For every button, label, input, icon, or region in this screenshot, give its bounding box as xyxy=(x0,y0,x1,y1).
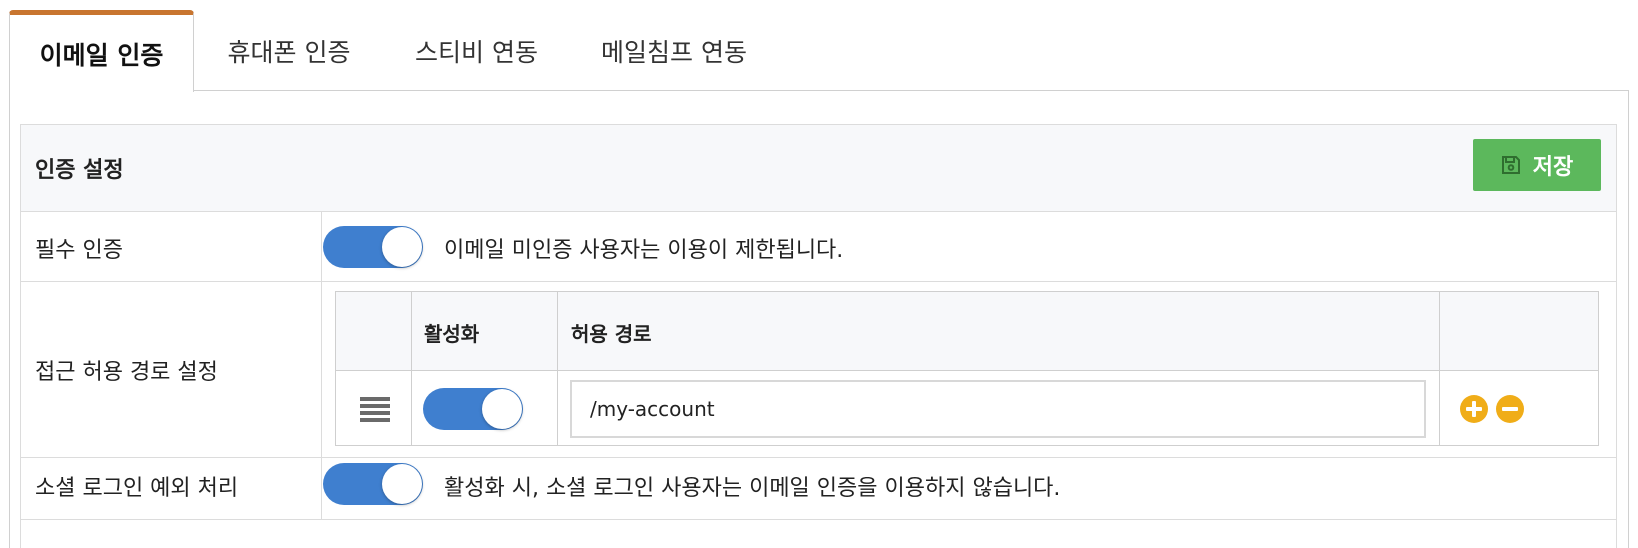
allowed-path-input[interactable] xyxy=(570,380,1426,438)
required-verification-toggle[interactable] xyxy=(323,226,423,268)
card-header: 인증 설정 저장 xyxy=(21,125,1616,212)
column-divider xyxy=(321,282,322,457)
allowed-paths-row: 접근 허용 경로 설정 활성화 허용 경로 xyxy=(21,282,1616,458)
allowed-paths-table: 활성화 허용 경로 xyxy=(335,291,1599,446)
social-login-exception-row: 소셜 로그인 예외 처리 활성화 시, 소셜 로그인 사용자는 이메일 인증을 … xyxy=(21,448,1616,520)
tab-mailchimp-integration[interactable]: 메일침프 연동 xyxy=(579,10,769,91)
tab-email-verification[interactable]: 이메일 인증 xyxy=(9,10,194,92)
column-header-enabled: 활성화 xyxy=(424,322,480,346)
tab-stibee-integration[interactable]: 스티비 연동 xyxy=(389,10,564,91)
column-header-path: 허용 경로 xyxy=(571,322,652,346)
social-login-exception-label: 소셜 로그인 예외 처리 xyxy=(35,476,239,501)
allowed-paths-label: 접근 허용 경로 설정 xyxy=(35,360,218,385)
floppy-disk-icon xyxy=(1501,156,1520,174)
required-verification-description: 이메일 미인증 사용자는 이용이 제한됩니다. xyxy=(444,238,844,263)
table-header: 활성화 허용 경로 xyxy=(336,292,1598,371)
social-login-exception-toggle[interactable] xyxy=(323,463,423,505)
auth-settings-card: 인증 설정 저장 필수 인증 이메일 미인증 사용자는 이용이 제한됩니다. 접… xyxy=(20,124,1617,548)
tab-phone-verification[interactable]: 휴대폰 인증 xyxy=(199,10,379,91)
card-title: 인증 설정 xyxy=(35,158,124,183)
remove-path-icon[interactable] xyxy=(1496,395,1524,423)
save-button-label: 저장 xyxy=(1532,155,1574,180)
add-path-icon[interactable] xyxy=(1460,395,1488,423)
required-verification-label: 필수 인증 xyxy=(35,238,123,263)
toggle-knob xyxy=(382,227,422,267)
table-divider xyxy=(557,292,558,445)
column-divider xyxy=(321,212,322,281)
social-login-exception-description: 활성화 시, 소셜 로그인 사용자는 이메일 인증을 이용하지 않습니다. xyxy=(444,476,1061,501)
path-enabled-toggle[interactable] xyxy=(423,388,523,430)
tab-bar: 이메일 인증 휴대폰 인증 스티비 연동 메일침프 연동 xyxy=(9,10,1629,92)
drag-handle-icon[interactable] xyxy=(360,397,390,422)
toggle-knob xyxy=(482,389,522,429)
toggle-knob xyxy=(382,464,422,504)
required-verification-row: 필수 인증 이메일 미인증 사용자는 이용이 제한됩니다. xyxy=(21,212,1616,282)
column-divider xyxy=(321,448,322,519)
save-button[interactable]: 저장 xyxy=(1473,139,1601,191)
table-divider xyxy=(411,292,412,445)
table-divider xyxy=(1439,292,1440,445)
